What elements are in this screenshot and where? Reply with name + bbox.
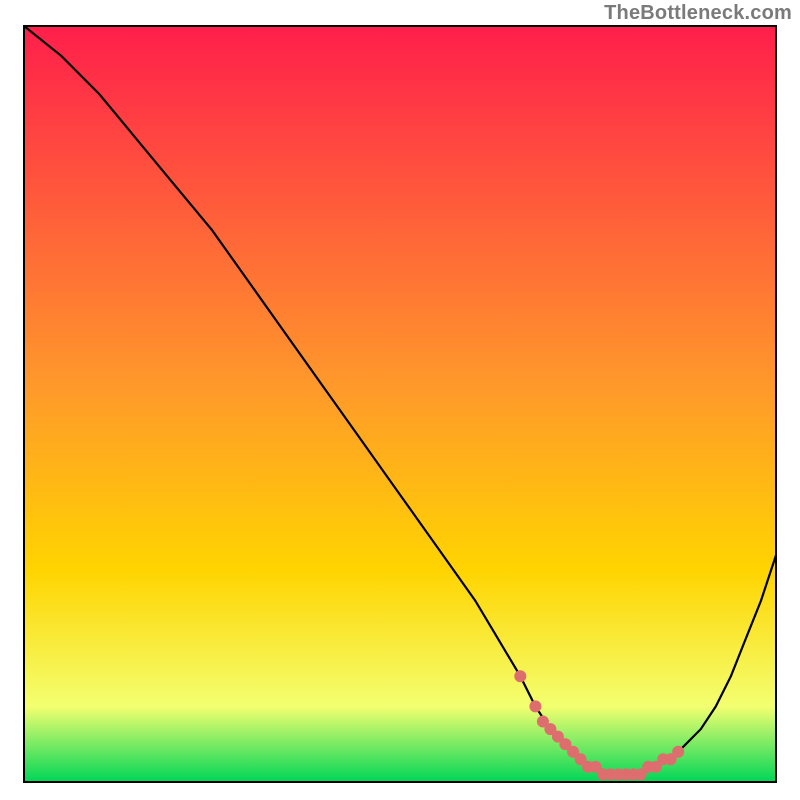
bottleneck-chart [0, 0, 800, 800]
chart-frame: TheBottleneck.com [0, 0, 800, 800]
optimal-marker [529, 700, 541, 712]
optimal-marker [672, 746, 684, 758]
optimal-marker [514, 670, 526, 682]
